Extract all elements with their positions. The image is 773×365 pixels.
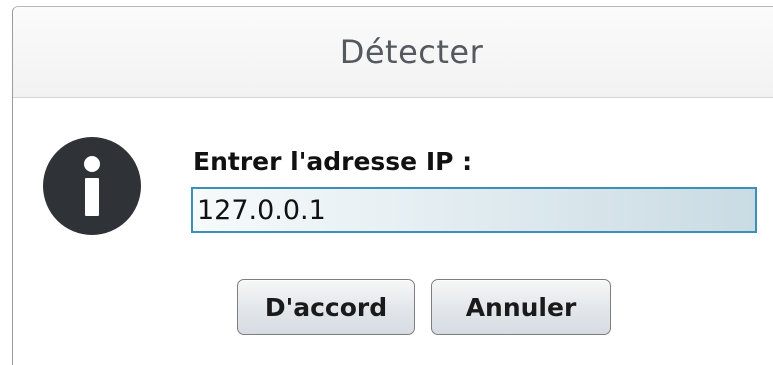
ok-button[interactable]: D'accord — [237, 279, 415, 335]
info-icon — [43, 137, 141, 235]
dialog-titlebar[interactable]: Détecter — [13, 7, 773, 98]
ip-address-label: Entrer l'adresse IP : — [193, 147, 473, 176]
screen: Détecter Entrer l'adresse IP : D'accord … — [0, 0, 773, 365]
cancel-button[interactable]: Annuler — [431, 279, 611, 335]
detect-dialog: Détecter Entrer l'adresse IP : D'accord … — [12, 6, 773, 365]
ip-address-input[interactable] — [191, 187, 757, 233]
dialog-title: Détecter — [339, 33, 484, 71]
